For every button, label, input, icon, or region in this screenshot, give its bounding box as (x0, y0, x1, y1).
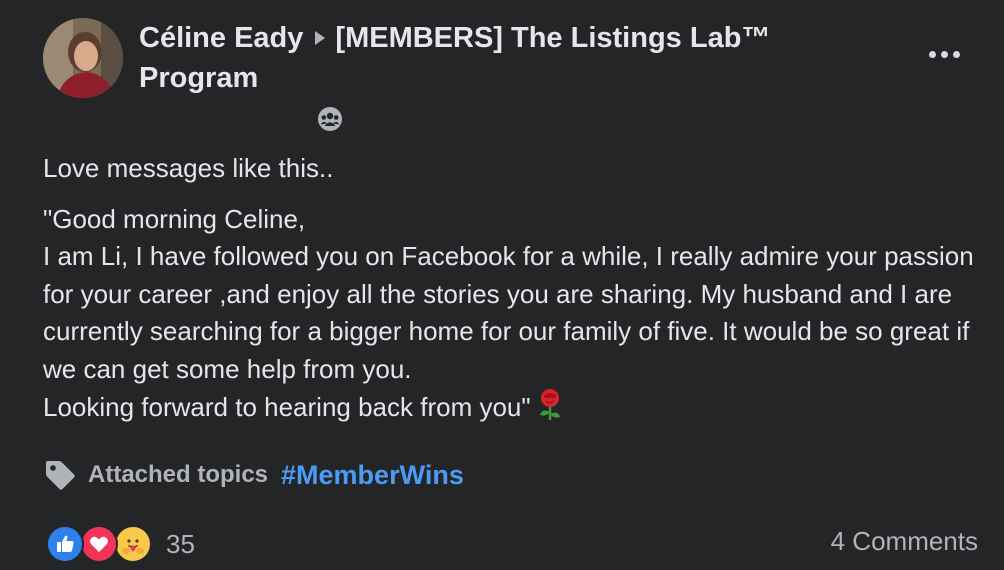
more-dot-icon (940, 50, 948, 58)
quote-line: "Good morning Celine, (43, 203, 306, 234)
reactions-summary[interactable]: 35 (46, 524, 195, 564)
like-icon (46, 525, 84, 563)
care-icon (114, 525, 152, 563)
quote-line-text: Looking forward to hearing back from you… (43, 392, 531, 422)
more-options-button[interactable] (924, 40, 964, 68)
more-dot-icon (928, 50, 936, 58)
quote-line-last: Looking forward to hearing back from you… (43, 388, 993, 427)
quote-line: I am Li, I have followed you on Facebook… (43, 241, 974, 384)
love-icon (80, 525, 118, 563)
avatar[interactable] (43, 18, 123, 98)
arrow-right-icon (315, 31, 326, 45)
post-body: Love messages like this.. "Good morning … (43, 150, 993, 427)
post-card: Céline Eady [MEMBERS] The Listings Lab™ P… (0, 0, 1004, 570)
post-intro: Love messages like this.. (43, 153, 334, 183)
topics-label: Attached topics (88, 461, 269, 488)
comments-link[interactable]: 4 Comments (831, 526, 978, 557)
author-name[interactable]: Céline Eady (139, 22, 303, 54)
attached-topics: Attached topics #MemberWins (43, 455, 464, 495)
reaction-count: 35 (166, 528, 195, 559)
more-dot-icon (952, 50, 960, 58)
tag-icon (46, 461, 75, 490)
post-header: Céline Eady [MEMBERS] The Listings Lab™ P… (139, 18, 819, 98)
avatar-photo (43, 18, 123, 98)
members-privacy-icon[interactable] (317, 106, 343, 132)
rose-emoji (539, 389, 560, 420)
hashtag-link[interactable]: #MemberWins (281, 460, 464, 491)
